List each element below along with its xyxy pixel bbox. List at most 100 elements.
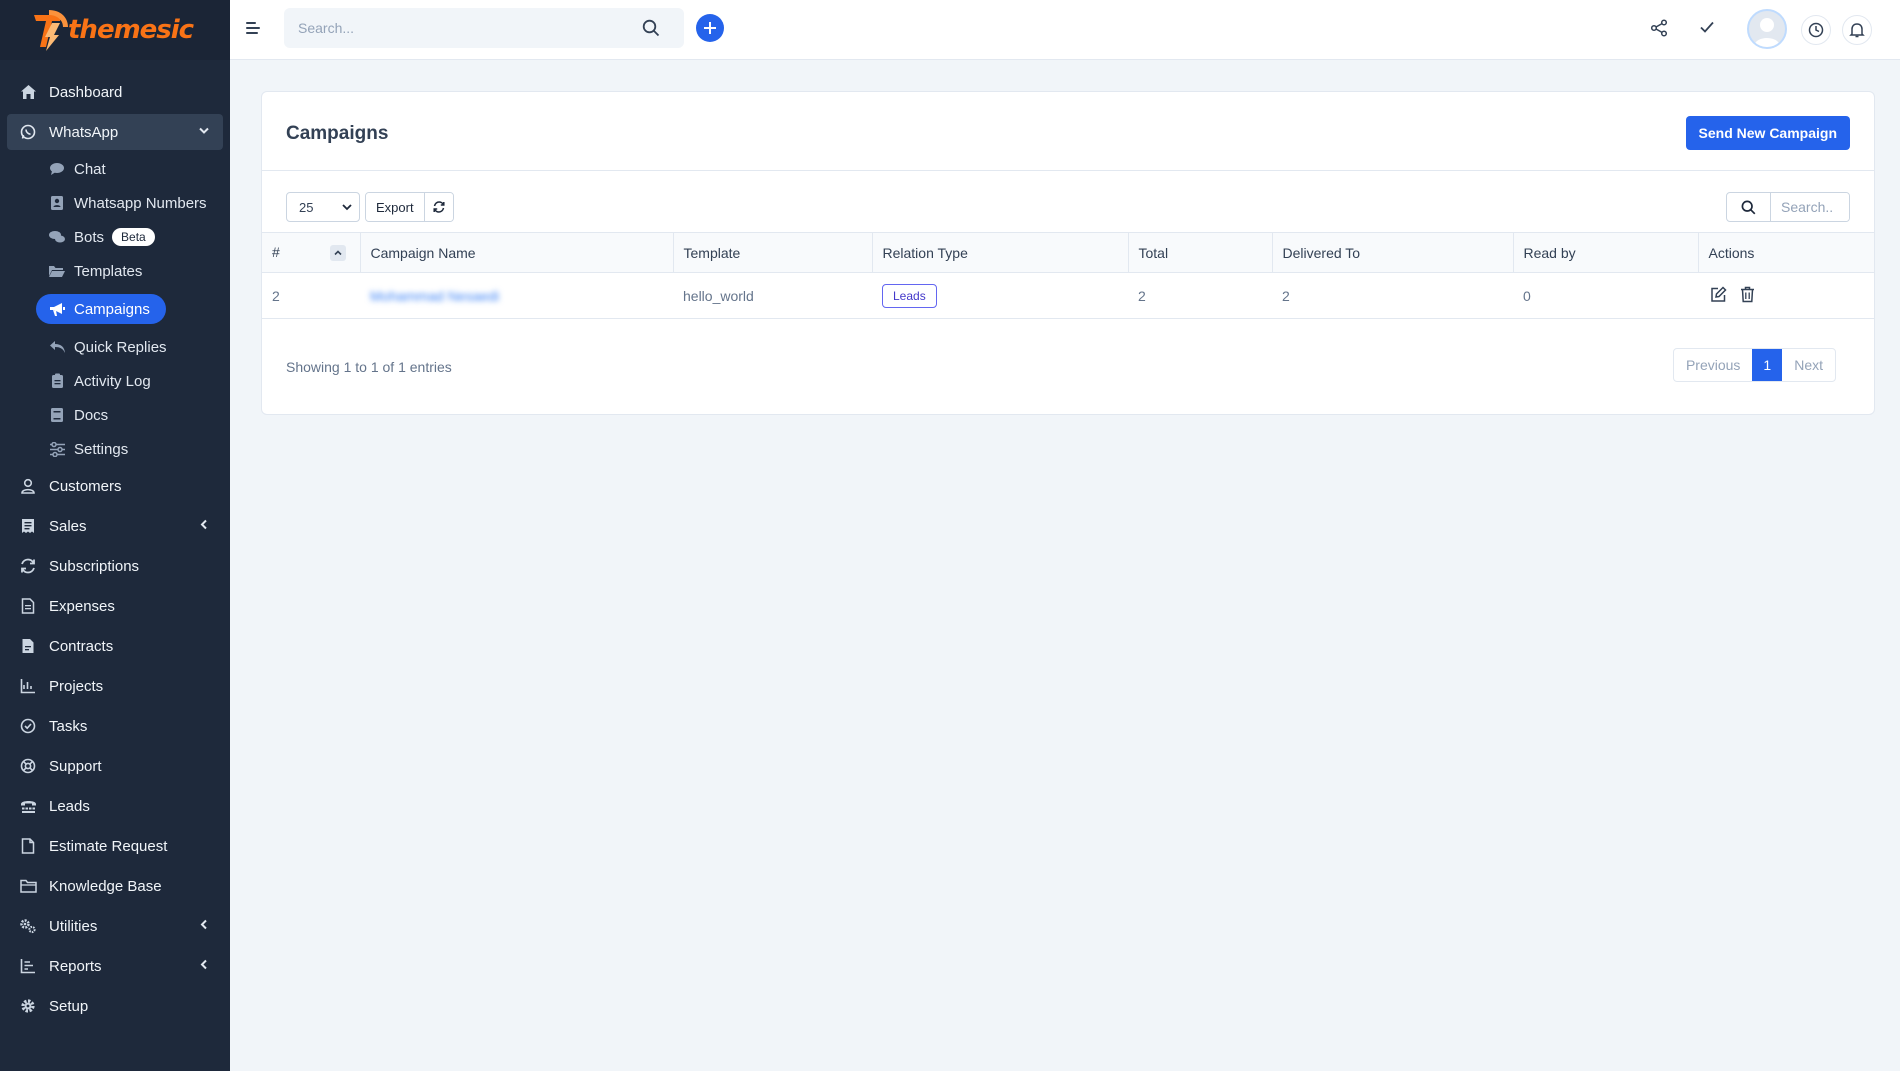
sidebar-item-tasks[interactable]: Tasks	[0, 706, 230, 746]
sidebar-subitem-docs[interactable]: Docs	[48, 398, 230, 432]
sidebar-subitem-label: Quick Replies	[74, 338, 167, 356]
sidebar-item-subscriptions[interactable]: Subscriptions	[0, 546, 230, 586]
whatsapp-submenu: Chat Whatsapp Numbers Bots Beta Template…	[0, 152, 230, 466]
sidebar-subitem-bots[interactable]: Bots Beta	[48, 220, 230, 254]
pagination-next[interactable]: Next	[1782, 349, 1835, 381]
sidebar-subitem-activity-log[interactable]: Activity Log	[48, 364, 230, 398]
timer-button[interactable]	[1801, 15, 1831, 45]
beta-badge: Beta	[112, 228, 155, 246]
home-icon	[19, 83, 37, 101]
delete-icon[interactable]	[1738, 285, 1758, 305]
edit-icon[interactable]	[1708, 285, 1728, 305]
tty-icon	[19, 797, 37, 815]
notifications-button[interactable]	[1842, 15, 1872, 45]
sidebar-item-label: Customers	[49, 477, 122, 495]
sidebar-subitem-quick-replies[interactable]: Quick Replies	[48, 330, 230, 364]
user-icon	[19, 477, 37, 495]
sidebar-item-label: Sales	[49, 517, 87, 535]
check-icon[interactable]	[1699, 19, 1715, 40]
panel-header: Campaigns Send New Campaign	[262, 92, 1874, 171]
column-header-campaign-name[interactable]: Campaign Name	[359, 232, 673, 273]
search-icon	[1727, 193, 1771, 221]
sidebar-item-utilities[interactable]: Utilities	[0, 906, 230, 946]
sidebar-subitem-settings[interactable]: Settings	[48, 432, 230, 466]
search-icon[interactable]	[642, 19, 660, 42]
sidebar-item-expenses[interactable]: Expenses	[0, 586, 230, 626]
sidebar-subitem-chat[interactable]: Chat	[48, 152, 230, 186]
send-new-campaign-button[interactable]: Send New Campaign	[1685, 116, 1850, 150]
folder-icon	[19, 877, 37, 895]
cell-template: hello_world	[673, 272, 872, 319]
sidebar-item-label: Knowledge Base	[49, 877, 162, 895]
page-length-select[interactable]: 25	[286, 192, 360, 222]
menu-toggle-icon[interactable]	[246, 22, 262, 36]
sidebar-item-projects[interactable]: Projects	[0, 666, 230, 706]
user-avatar-icon	[1754, 18, 1780, 47]
sidebar-subitem-campaigns[interactable]: Campaigns	[36, 294, 166, 324]
bell-icon	[1849, 23, 1865, 38]
comments-icon	[48, 228, 66, 246]
reload-button[interactable]	[423, 193, 453, 221]
avatar[interactable]	[1747, 9, 1787, 49]
cell-actions	[1698, 272, 1874, 319]
sidebar-item-dashboard[interactable]: Dashboard	[0, 72, 230, 112]
sidebar-item-contracts[interactable]: Contracts	[0, 626, 230, 666]
table-toolbar: 25 Export	[262, 171, 1874, 231]
sidebar-subitem-whatsapp-numbers[interactable]: Whatsapp Numbers	[48, 186, 230, 220]
sidebar-item-whatsapp[interactable]: WhatsApp	[7, 114, 223, 150]
sidebar-subitem-label: Whatsapp Numbers	[74, 194, 207, 212]
sidebar-item-leads[interactable]: Leads	[0, 786, 230, 826]
table-header-row: # Campaign Name Template Relation Type T…	[262, 232, 1874, 273]
column-header-read-by[interactable]: Read by	[1512, 232, 1698, 273]
sort-asc-icon[interactable]	[329, 245, 346, 262]
logo-mark-icon	[26, 7, 72, 53]
contract-icon	[19, 637, 37, 655]
sidebar-item-customers[interactable]: Customers	[0, 466, 230, 506]
column-header-delivered-to[interactable]: Delivered To	[1271, 232, 1513, 273]
quick-create-button[interactable]	[696, 14, 724, 42]
pagination-previous[interactable]: Previous	[1674, 349, 1752, 381]
table-search-input[interactable]	[1771, 193, 1849, 221]
sidebar-item-label: Estimate Request	[49, 837, 168, 855]
relation-type-badge[interactable]: Leads	[882, 283, 937, 308]
column-header-total[interactable]: Total	[1127, 232, 1272, 273]
export-button[interactable]: Export	[366, 193, 424, 221]
chart-icon	[19, 677, 37, 695]
address-book-icon	[48, 194, 66, 212]
book-icon	[48, 406, 66, 424]
column-header-id[interactable]: #	[262, 232, 360, 273]
sidebar-subitem-label: Docs	[74, 406, 109, 424]
column-header-actions: Actions	[1697, 232, 1874, 273]
sidebar-item-support[interactable]: Support	[0, 746, 230, 786]
column-header-label: #	[272, 243, 280, 260]
sidebar-item-reports[interactable]: Reports	[0, 946, 230, 986]
sidebar-item-sales[interactable]: Sales	[0, 506, 230, 546]
sidebar-item-label: Subscriptions	[49, 557, 140, 575]
brand-name: themesic	[68, 15, 194, 45]
sidebar-item-setup[interactable]: Setup	[0, 986, 230, 1026]
table-actions: Export	[365, 192, 454, 222]
sidebar-subitem-templates[interactable]: Templates	[48, 254, 230, 288]
share-icon[interactable]	[1650, 19, 1668, 42]
gear-icon	[19, 997, 37, 1015]
chevron-down-icon	[198, 124, 210, 141]
campaign-name-link[interactable]: Mohammad Nesaedi	[370, 288, 499, 304]
pagination-page-1[interactable]: 1	[1752, 349, 1783, 381]
column-header-template[interactable]: Template	[672, 232, 872, 273]
folder-open-icon	[48, 262, 66, 280]
pagination: Previous 1 Next	[1672, 348, 1836, 382]
cogs-icon	[19, 917, 37, 935]
brand-logo[interactable]: themesic	[0, 0, 230, 60]
table-row: 2 Mohammad Nesaedi hello_world Leads 2 2…	[262, 272, 1874, 319]
sidebar-item-estimate-request[interactable]: Estimate Request	[0, 826, 230, 866]
chevron-left-icon	[198, 918, 210, 935]
whatsapp-icon	[19, 123, 37, 141]
global-search-input[interactable]	[284, 8, 684, 48]
file-text-icon	[19, 597, 37, 615]
comment-icon	[48, 160, 66, 178]
sidebar-item-knowledge-base[interactable]: Knowledge Base	[0, 866, 230, 906]
sliders-icon	[48, 440, 66, 458]
column-header-relation-type[interactable]: Relation Type	[871, 232, 1128, 273]
sidebar-subitem-label: Templates	[74, 262, 143, 280]
refresh-icon	[433, 201, 445, 213]
